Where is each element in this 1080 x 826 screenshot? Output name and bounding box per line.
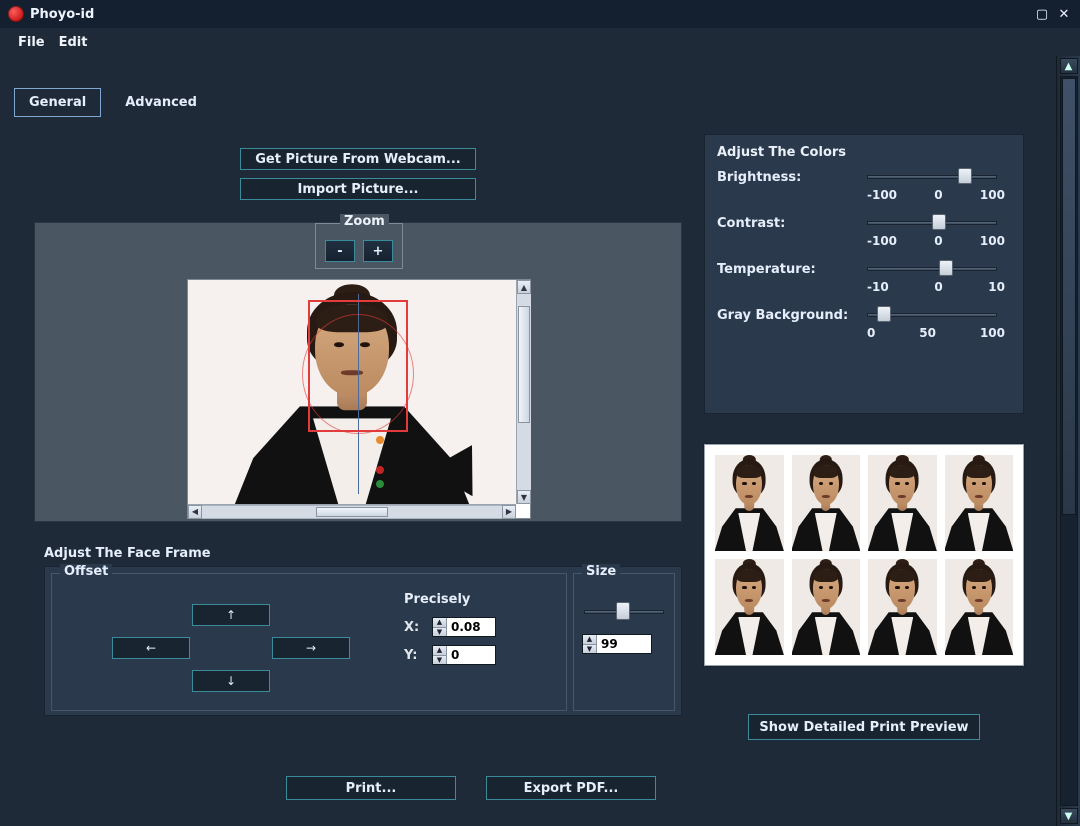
precisely-label: Precisely bbox=[404, 592, 568, 607]
photo-viewport: ▲ ▼ ◀ ▶ bbox=[187, 279, 531, 519]
offset-left-button[interactable]: ← bbox=[112, 637, 190, 659]
marker-red-icon bbox=[376, 466, 384, 474]
preview-thumbnail bbox=[945, 455, 1014, 551]
size-label: Size bbox=[582, 564, 620, 579]
preview-thumbnail bbox=[715, 559, 784, 655]
tick-max: 100 bbox=[980, 188, 1005, 202]
y-spinner[interactable]: ▲▼ bbox=[432, 645, 496, 665]
x-label: X: bbox=[404, 620, 422, 635]
preview-thumbnail bbox=[792, 559, 861, 655]
import-picture-button[interactable]: Import Picture... bbox=[240, 178, 476, 200]
color-label: Temperature: bbox=[717, 262, 867, 277]
preview-thumbnail bbox=[945, 559, 1014, 655]
print-preview-panel bbox=[704, 444, 1024, 666]
preview-thumbnail bbox=[868, 455, 937, 551]
offset-down-button[interactable]: ↓ bbox=[192, 670, 270, 692]
spin-up-icon[interactable]: ▲ bbox=[433, 618, 447, 628]
color-row-3: Gray Background:0 50 100 bbox=[717, 306, 1011, 340]
zoom-out-button[interactable]: - bbox=[325, 240, 355, 262]
print-button[interactable]: Print... bbox=[286, 776, 456, 800]
menu-file[interactable]: File bbox=[12, 32, 51, 53]
zoom-label: Zoom bbox=[340, 214, 389, 229]
scroll-down-icon[interactable]: ▼ bbox=[517, 490, 531, 504]
tick-mid: 50 bbox=[919, 326, 936, 340]
tab-bar: General Advanced bbox=[14, 88, 211, 117]
adjust-colors-title: Adjust The Colors bbox=[717, 145, 1011, 160]
menu-edit[interactable]: Edit bbox=[53, 32, 94, 53]
offset-up-button[interactable]: ↑ bbox=[192, 604, 270, 626]
preview-thumbnail bbox=[868, 559, 937, 655]
size-slider[interactable] bbox=[584, 602, 664, 622]
tick-mid: 0 bbox=[934, 234, 942, 248]
tick-min: -10 bbox=[867, 280, 889, 294]
marker-green-icon bbox=[376, 480, 384, 488]
size-group: Size ▲▼ bbox=[573, 573, 675, 711]
scroll-down-icon[interactable]: ▼ bbox=[1060, 808, 1078, 824]
offset-label: Offset bbox=[60, 564, 112, 579]
viewport-vscrollbar[interactable]: ▲ ▼ bbox=[516, 280, 530, 504]
color-label: Brightness: bbox=[717, 170, 867, 185]
spin-down-icon[interactable]: ▼ bbox=[433, 656, 447, 665]
adjust-colors-panel: Adjust The Colors Brightness:-1000100Con… bbox=[704, 134, 1024, 414]
spin-down-icon[interactable]: ▼ bbox=[583, 645, 597, 654]
resize-handle-icon[interactable] bbox=[376, 436, 384, 444]
scroll-up-icon[interactable]: ▲ bbox=[517, 280, 531, 294]
tick-min: -100 bbox=[867, 234, 897, 248]
color-label: Contrast: bbox=[717, 216, 867, 231]
scroll-right-icon[interactable]: ▶ bbox=[502, 505, 516, 519]
color-slider[interactable] bbox=[867, 260, 997, 278]
window-close-icon[interactable]: ✕ bbox=[1056, 6, 1072, 22]
zoom-group: Zoom - + bbox=[315, 223, 403, 269]
color-row-2: Temperature:-10 0 10 bbox=[717, 260, 1011, 294]
tick-mid: 0 bbox=[934, 188, 942, 202]
x-input[interactable] bbox=[447, 618, 495, 636]
app-title: Phoyo-id bbox=[30, 7, 1034, 22]
scroll-left-icon[interactable]: ◀ bbox=[188, 505, 202, 519]
y-input[interactable] bbox=[447, 646, 495, 664]
x-spinner[interactable]: ▲▼ bbox=[432, 617, 496, 637]
tick-max: 100 bbox=[980, 326, 1005, 340]
export-pdf-button[interactable]: Export PDF... bbox=[486, 776, 656, 800]
editor-pane: Zoom - + bbox=[34, 222, 682, 522]
spin-up-icon[interactable]: ▲ bbox=[583, 635, 597, 645]
tick-mid: 0 bbox=[934, 280, 942, 294]
color-slider[interactable] bbox=[867, 214, 997, 232]
preview-thumbnail bbox=[792, 455, 861, 551]
face-frame-panel: Offset ↑ ↓ ← → Precisely X: ▲▼ bbox=[44, 566, 682, 716]
viewport-hscrollbar[interactable]: ◀ ▶ bbox=[188, 504, 516, 518]
app-icon bbox=[8, 6, 24, 22]
color-label: Gray Background: bbox=[717, 308, 867, 323]
tab-advanced[interactable]: Advanced bbox=[111, 89, 211, 116]
y-label: Y: bbox=[404, 648, 422, 663]
spin-up-icon[interactable]: ▲ bbox=[433, 646, 447, 656]
titlebar: Phoyo-id ▢ ✕ bbox=[0, 0, 1080, 28]
get-webcam-button[interactable]: Get Picture From Webcam... bbox=[240, 148, 476, 170]
tick-max: 10 bbox=[988, 280, 1005, 294]
tick-max: 100 bbox=[980, 234, 1005, 248]
size-input[interactable] bbox=[597, 635, 651, 653]
face-frame-title: Adjust The Face Frame bbox=[44, 546, 211, 561]
detailed-preview-button[interactable]: Show Detailed Print Preview bbox=[748, 714, 980, 740]
window-maximize-icon[interactable]: ▢ bbox=[1034, 6, 1050, 22]
color-row-0: Brightness:-100 0 100 bbox=[717, 168, 1011, 202]
size-spinner[interactable]: ▲▼ bbox=[582, 634, 652, 654]
tick-min: -100 bbox=[867, 188, 897, 202]
photo-area[interactable] bbox=[188, 280, 516, 504]
window-vscrollbar[interactable]: ▲ ▼ bbox=[1056, 56, 1080, 826]
photo-subject bbox=[227, 286, 477, 504]
offset-right-button[interactable]: → bbox=[272, 637, 350, 659]
color-slider[interactable] bbox=[867, 306, 997, 324]
scroll-up-icon[interactable]: ▲ bbox=[1060, 58, 1078, 74]
tab-general[interactable]: General bbox=[14, 88, 101, 117]
zoom-in-button[interactable]: + bbox=[363, 240, 393, 262]
color-slider[interactable] bbox=[867, 168, 997, 186]
preview-thumbnail bbox=[715, 455, 784, 551]
color-row-1: Contrast:-100 0 100 bbox=[717, 214, 1011, 248]
menubar: File Edit bbox=[0, 28, 1080, 56]
offset-group: Offset ↑ ↓ ← → Precisely X: ▲▼ bbox=[51, 573, 567, 711]
spin-down-icon[interactable]: ▼ bbox=[433, 628, 447, 637]
tick-min: 0 bbox=[867, 326, 875, 340]
